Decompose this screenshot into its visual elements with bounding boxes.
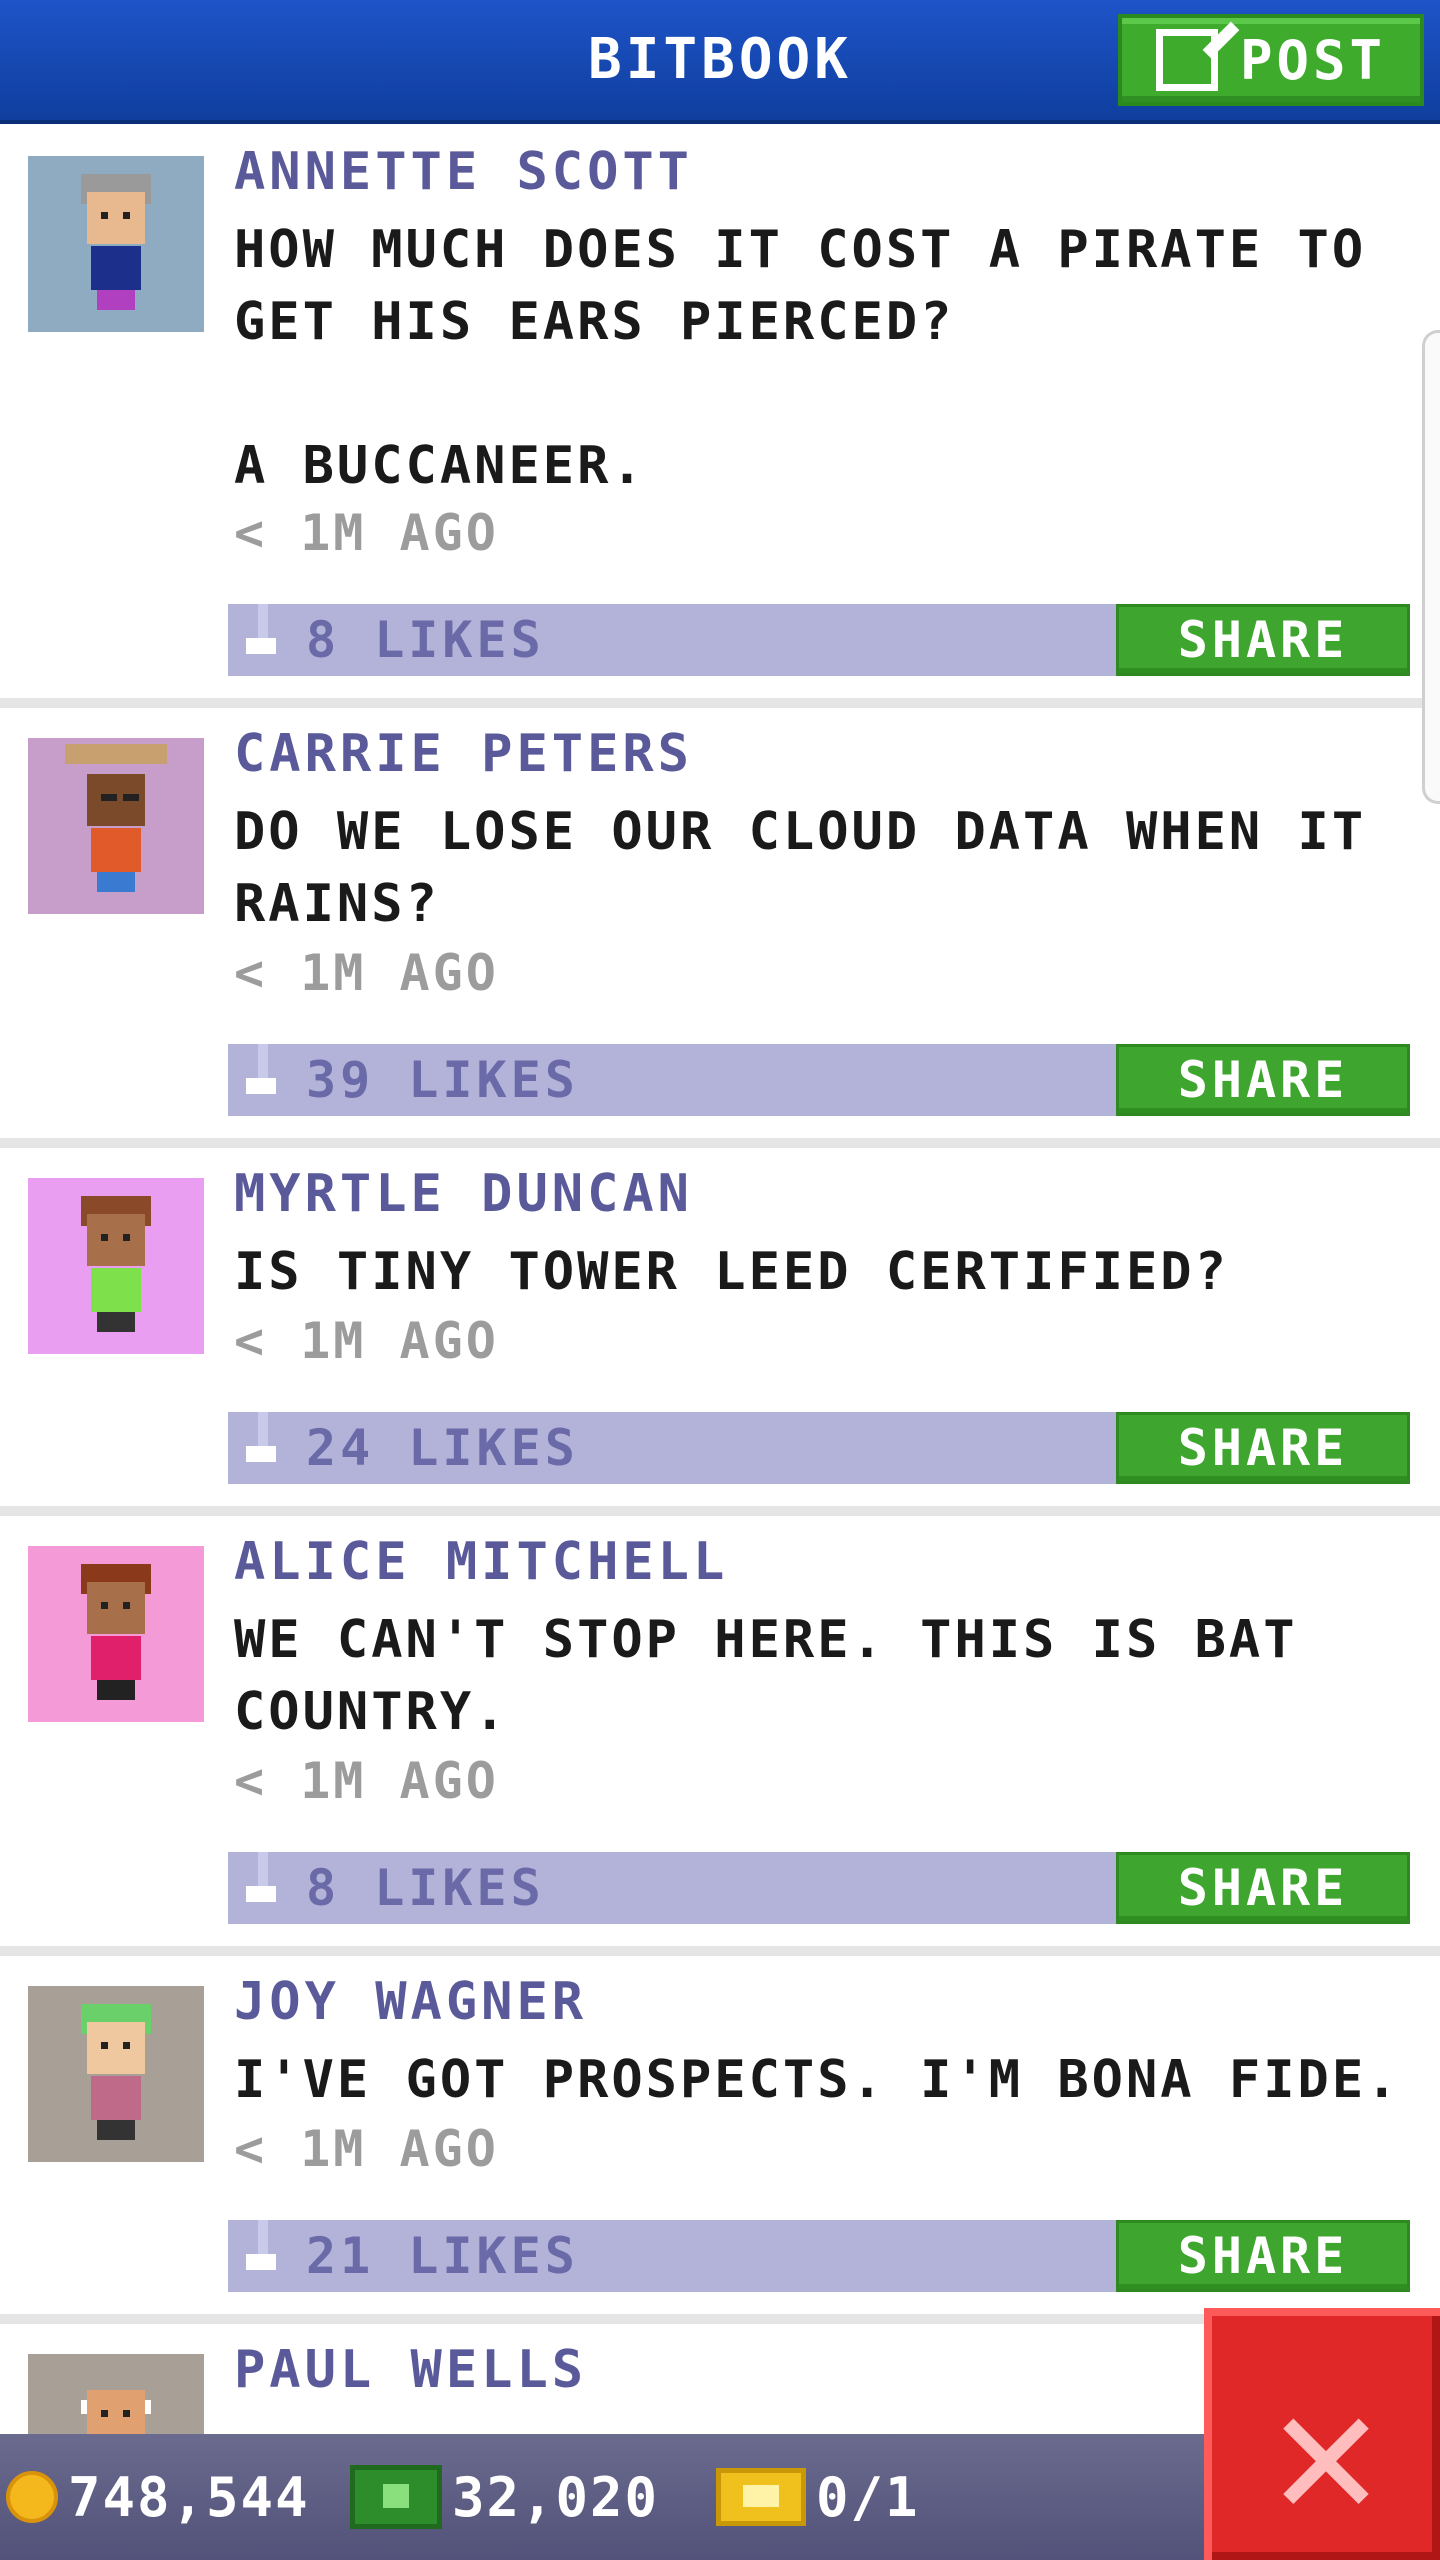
share-button[interactable]: SHARE (1116, 1044, 1410, 1116)
thumbs-up-icon (242, 604, 282, 658)
avatar[interactable] (28, 1546, 204, 1722)
share-button[interactable]: SHARE (1116, 1852, 1410, 1924)
avatar[interactable] (28, 1178, 204, 1354)
thumbs-up-icon (242, 1044, 282, 1098)
likes-count: 21 LIKES (306, 2227, 579, 2285)
post-divider (0, 1946, 1440, 1956)
avatar-figure (81, 174, 151, 314)
post-divider (0, 1138, 1440, 1148)
post-author[interactable]: PAUL WELLS (234, 2340, 587, 2400)
post-timestamp: < 1M AGO (234, 1312, 499, 1370)
close-button[interactable]: ✕ (1204, 2308, 1440, 2560)
share-button[interactable]: SHARE (1116, 1412, 1410, 1484)
coins-count: 748,544 (68, 2465, 310, 2529)
post-author[interactable]: MYRTLE DUNCAN (234, 1164, 693, 1224)
post-author[interactable]: CARRIE PETERS (234, 724, 693, 784)
avatar-figure (81, 1564, 151, 1704)
avatar[interactable] (28, 738, 204, 914)
share-button[interactable]: SHARE (1116, 2220, 1410, 2292)
post-divider (0, 1506, 1440, 1516)
post-author[interactable]: ANNETTE SCOTT (234, 142, 693, 202)
thumbs-up-icon (242, 1852, 282, 1906)
cash-icon (350, 2465, 442, 2529)
ticket-icon (716, 2468, 806, 2526)
post-author[interactable]: ALICE MITCHELL (234, 1532, 728, 1592)
likes-count: 24 LIKES (306, 1419, 579, 1477)
tickets-count: 0/1 (816, 2465, 920, 2529)
avatar-figure (65, 744, 167, 896)
post-message: WE CAN'T STOP HERE. THIS IS BAT COUNTRY. (234, 1610, 1298, 1742)
thumbs-up-icon (242, 1412, 282, 1466)
close-icon: ✕ (1271, 2348, 1381, 2557)
post-message: HOW MUCH DOES IT COST A PIRATE TO GET HI… (234, 220, 1367, 496)
like-bar[interactable]: 39 LIKES SHARE (228, 1044, 1410, 1116)
likes-count: 8 LIKES (306, 1859, 545, 1917)
likes-count: 8 LIKES (306, 611, 545, 669)
avatar[interactable] (28, 156, 204, 332)
tickets-stat: 0/1 (716, 2434, 920, 2560)
post-timestamp: < 1M AGO (234, 2120, 499, 2178)
like-bar[interactable]: 21 LIKES SHARE (228, 2220, 1410, 2292)
coins-stat: 748,544 (6, 2434, 310, 2560)
post-divider (0, 698, 1440, 708)
side-pull-tab[interactable] (1422, 330, 1440, 804)
avatar-figure (81, 1196, 151, 1336)
like-bar[interactable]: 24 LIKES SHARE (228, 1412, 1410, 1484)
share-button[interactable]: SHARE (1116, 604, 1410, 676)
avatar-figure (81, 2004, 151, 2144)
post-message: DO WE LOSE OUR CLOUD DATA WHEN IT RAINS? (234, 802, 1367, 934)
post-timestamp: < 1M AGO (234, 944, 499, 1002)
compose-icon (1155, 29, 1218, 91)
thumbs-up-icon (242, 2220, 282, 2274)
post-author[interactable]: JOY WAGNER (234, 1972, 587, 2032)
post-timestamp: < 1M AGO (234, 1752, 499, 1810)
bux-stat: 32,020 (350, 2434, 659, 2560)
like-bar[interactable]: 8 LIKES SHARE (228, 604, 1410, 676)
likes-count: 39 LIKES (306, 1051, 579, 1109)
post-message: I'VE GOT PROSPECTS. I'M BONA FIDE. (234, 2050, 1401, 2110)
post-button[interactable]: POST (1118, 14, 1424, 106)
like-bar[interactable]: 8 LIKES SHARE (228, 1852, 1410, 1924)
avatar[interactable] (28, 1986, 204, 2162)
post-button-label: POST (1239, 28, 1387, 92)
post-timestamp: < 1M AGO (234, 504, 499, 562)
coin-icon (6, 2471, 58, 2523)
top-bar: BITBOOK POST (0, 0, 1440, 124)
bux-count: 32,020 (452, 2465, 660, 2529)
post-message: IS TINY TOWER LEED CERTIFIED? (234, 1242, 1229, 1302)
